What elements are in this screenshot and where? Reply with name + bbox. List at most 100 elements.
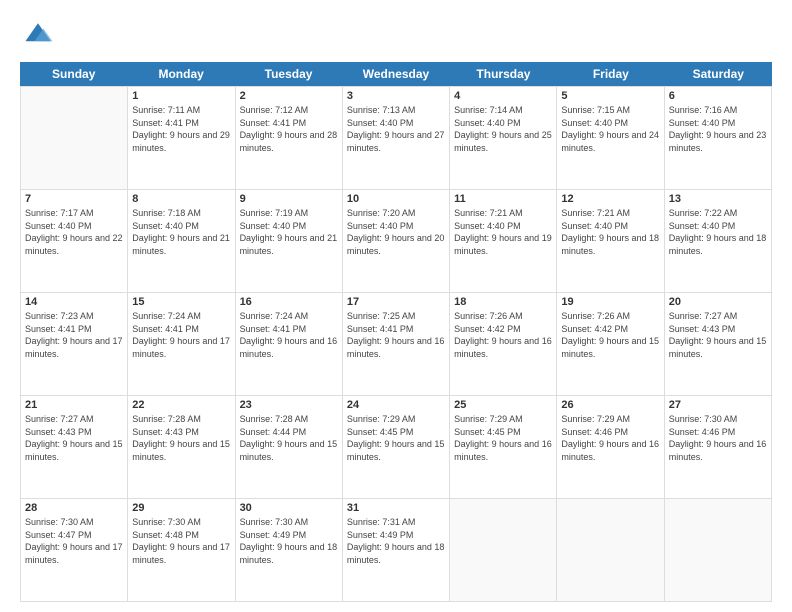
calendar-cell: 23 Sunrise: 7:28 AM Sunset: 4:44 PM Dayl… (236, 396, 343, 498)
calendar-cell: 24 Sunrise: 7:29 AM Sunset: 4:45 PM Dayl… (343, 396, 450, 498)
calendar-cell: 12 Sunrise: 7:21 AM Sunset: 4:40 PM Dayl… (557, 190, 664, 292)
day-number: 28 (25, 502, 123, 514)
calendar-cell: 11 Sunrise: 7:21 AM Sunset: 4:40 PM Dayl… (450, 190, 557, 292)
day-number: 21 (25, 399, 123, 411)
day-number: 8 (132, 193, 230, 205)
cell-info: Sunrise: 7:30 AM Sunset: 4:49 PM Dayligh… (240, 516, 338, 566)
calendar-cell: 19 Sunrise: 7:26 AM Sunset: 4:42 PM Dayl… (557, 293, 664, 395)
cell-info: Sunrise: 7:14 AM Sunset: 4:40 PM Dayligh… (454, 104, 552, 154)
day-number: 6 (669, 90, 767, 102)
cell-info: Sunrise: 7:19 AM Sunset: 4:40 PM Dayligh… (240, 207, 338, 257)
cell-info: Sunrise: 7:27 AM Sunset: 4:43 PM Dayligh… (669, 310, 767, 360)
calendar-cell: 2 Sunrise: 7:12 AM Sunset: 4:41 PM Dayli… (236, 87, 343, 189)
cell-info: Sunrise: 7:16 AM Sunset: 4:40 PM Dayligh… (669, 104, 767, 154)
day-number: 14 (25, 296, 123, 308)
day-number: 4 (454, 90, 552, 102)
cell-info: Sunrise: 7:21 AM Sunset: 4:40 PM Dayligh… (561, 207, 659, 257)
calendar-row: 28 Sunrise: 7:30 AM Sunset: 4:47 PM Dayl… (21, 498, 772, 601)
day-number: 23 (240, 399, 338, 411)
calendar-cell: 26 Sunrise: 7:29 AM Sunset: 4:46 PM Dayl… (557, 396, 664, 498)
calendar-cell: 5 Sunrise: 7:15 AM Sunset: 4:40 PM Dayli… (557, 87, 664, 189)
calendar-cell: 27 Sunrise: 7:30 AM Sunset: 4:46 PM Dayl… (665, 396, 772, 498)
cell-info: Sunrise: 7:28 AM Sunset: 4:44 PM Dayligh… (240, 413, 338, 463)
calendar-cell: 29 Sunrise: 7:30 AM Sunset: 4:48 PM Dayl… (128, 499, 235, 601)
day-number: 30 (240, 502, 338, 514)
cell-info: Sunrise: 7:25 AM Sunset: 4:41 PM Dayligh… (347, 310, 445, 360)
calendar-row: 14 Sunrise: 7:23 AM Sunset: 4:41 PM Dayl… (21, 292, 772, 395)
calendar-cell: 18 Sunrise: 7:26 AM Sunset: 4:42 PM Dayl… (450, 293, 557, 395)
page: SundayMondayTuesdayWednesdayThursdayFrid… (0, 0, 792, 612)
cell-info: Sunrise: 7:26 AM Sunset: 4:42 PM Dayligh… (561, 310, 659, 360)
calendar-cell: 4 Sunrise: 7:14 AM Sunset: 4:40 PM Dayli… (450, 87, 557, 189)
day-of-week-header: Thursday (450, 62, 557, 86)
cell-info: Sunrise: 7:17 AM Sunset: 4:40 PM Dayligh… (25, 207, 123, 257)
calendar-row: 21 Sunrise: 7:27 AM Sunset: 4:43 PM Dayl… (21, 395, 772, 498)
day-number: 3 (347, 90, 445, 102)
calendar-cell: 15 Sunrise: 7:24 AM Sunset: 4:41 PM Dayl… (128, 293, 235, 395)
calendar-cell: 30 Sunrise: 7:30 AM Sunset: 4:49 PM Dayl… (236, 499, 343, 601)
day-of-week-header: Tuesday (235, 62, 342, 86)
day-number: 13 (669, 193, 767, 205)
cell-info: Sunrise: 7:24 AM Sunset: 4:41 PM Dayligh… (240, 310, 338, 360)
calendar-cell: 13 Sunrise: 7:22 AM Sunset: 4:40 PM Dayl… (665, 190, 772, 292)
day-number: 24 (347, 399, 445, 411)
cell-info: Sunrise: 7:12 AM Sunset: 4:41 PM Dayligh… (240, 104, 338, 154)
day-number: 19 (561, 296, 659, 308)
day-number: 18 (454, 296, 552, 308)
calendar-cell: 1 Sunrise: 7:11 AM Sunset: 4:41 PM Dayli… (128, 87, 235, 189)
day-number: 9 (240, 193, 338, 205)
cell-info: Sunrise: 7:13 AM Sunset: 4:40 PM Dayligh… (347, 104, 445, 154)
day-number: 25 (454, 399, 552, 411)
day-of-week-header: Sunday (20, 62, 127, 86)
cell-info: Sunrise: 7:21 AM Sunset: 4:40 PM Dayligh… (454, 207, 552, 257)
cell-info: Sunrise: 7:30 AM Sunset: 4:47 PM Dayligh… (25, 516, 123, 566)
calendar-cell: 28 Sunrise: 7:30 AM Sunset: 4:47 PM Dayl… (21, 499, 128, 601)
day-number: 11 (454, 193, 552, 205)
cell-info: Sunrise: 7:27 AM Sunset: 4:43 PM Dayligh… (25, 413, 123, 463)
calendar-row: 1 Sunrise: 7:11 AM Sunset: 4:41 PM Dayli… (21, 86, 772, 189)
cell-info: Sunrise: 7:20 AM Sunset: 4:40 PM Dayligh… (347, 207, 445, 257)
day-number: 1 (132, 90, 230, 102)
day-number: 22 (132, 399, 230, 411)
calendar-cell: 16 Sunrise: 7:24 AM Sunset: 4:41 PM Dayl… (236, 293, 343, 395)
logo (20, 16, 62, 52)
calendar-cell: 7 Sunrise: 7:17 AM Sunset: 4:40 PM Dayli… (21, 190, 128, 292)
calendar-header: SundayMondayTuesdayWednesdayThursdayFrid… (20, 62, 772, 86)
day-number: 27 (669, 399, 767, 411)
calendar-body: 1 Sunrise: 7:11 AM Sunset: 4:41 PM Dayli… (20, 86, 772, 602)
calendar-cell: 9 Sunrise: 7:19 AM Sunset: 4:40 PM Dayli… (236, 190, 343, 292)
day-of-week-header: Wednesday (342, 62, 449, 86)
calendar-cell: 31 Sunrise: 7:31 AM Sunset: 4:49 PM Dayl… (343, 499, 450, 601)
calendar-cell: 8 Sunrise: 7:18 AM Sunset: 4:40 PM Dayli… (128, 190, 235, 292)
cell-info: Sunrise: 7:29 AM Sunset: 4:46 PM Dayligh… (561, 413, 659, 463)
cell-info: Sunrise: 7:28 AM Sunset: 4:43 PM Dayligh… (132, 413, 230, 463)
calendar-cell (665, 499, 772, 601)
calendar-cell (450, 499, 557, 601)
day-number: 26 (561, 399, 659, 411)
calendar-cell: 14 Sunrise: 7:23 AM Sunset: 4:41 PM Dayl… (21, 293, 128, 395)
cell-info: Sunrise: 7:11 AM Sunset: 4:41 PM Dayligh… (132, 104, 230, 154)
calendar-cell: 20 Sunrise: 7:27 AM Sunset: 4:43 PM Dayl… (665, 293, 772, 395)
calendar-cell: 17 Sunrise: 7:25 AM Sunset: 4:41 PM Dayl… (343, 293, 450, 395)
day-number: 7 (25, 193, 123, 205)
calendar-cell (21, 87, 128, 189)
day-number: 31 (347, 502, 445, 514)
day-number: 16 (240, 296, 338, 308)
cell-info: Sunrise: 7:23 AM Sunset: 4:41 PM Dayligh… (25, 310, 123, 360)
calendar-cell (557, 499, 664, 601)
day-number: 10 (347, 193, 445, 205)
day-number: 12 (561, 193, 659, 205)
day-of-week-header: Saturday (665, 62, 772, 86)
cell-info: Sunrise: 7:15 AM Sunset: 4:40 PM Dayligh… (561, 104, 659, 154)
calendar-row: 7 Sunrise: 7:17 AM Sunset: 4:40 PM Dayli… (21, 189, 772, 292)
cell-info: Sunrise: 7:18 AM Sunset: 4:40 PM Dayligh… (132, 207, 230, 257)
cell-info: Sunrise: 7:26 AM Sunset: 4:42 PM Dayligh… (454, 310, 552, 360)
logo-icon (20, 16, 56, 52)
day-number: 17 (347, 296, 445, 308)
day-number: 29 (132, 502, 230, 514)
day-number: 5 (561, 90, 659, 102)
cell-info: Sunrise: 7:29 AM Sunset: 4:45 PM Dayligh… (454, 413, 552, 463)
cell-info: Sunrise: 7:29 AM Sunset: 4:45 PM Dayligh… (347, 413, 445, 463)
calendar-cell: 6 Sunrise: 7:16 AM Sunset: 4:40 PM Dayli… (665, 87, 772, 189)
calendar-cell: 21 Sunrise: 7:27 AM Sunset: 4:43 PM Dayl… (21, 396, 128, 498)
